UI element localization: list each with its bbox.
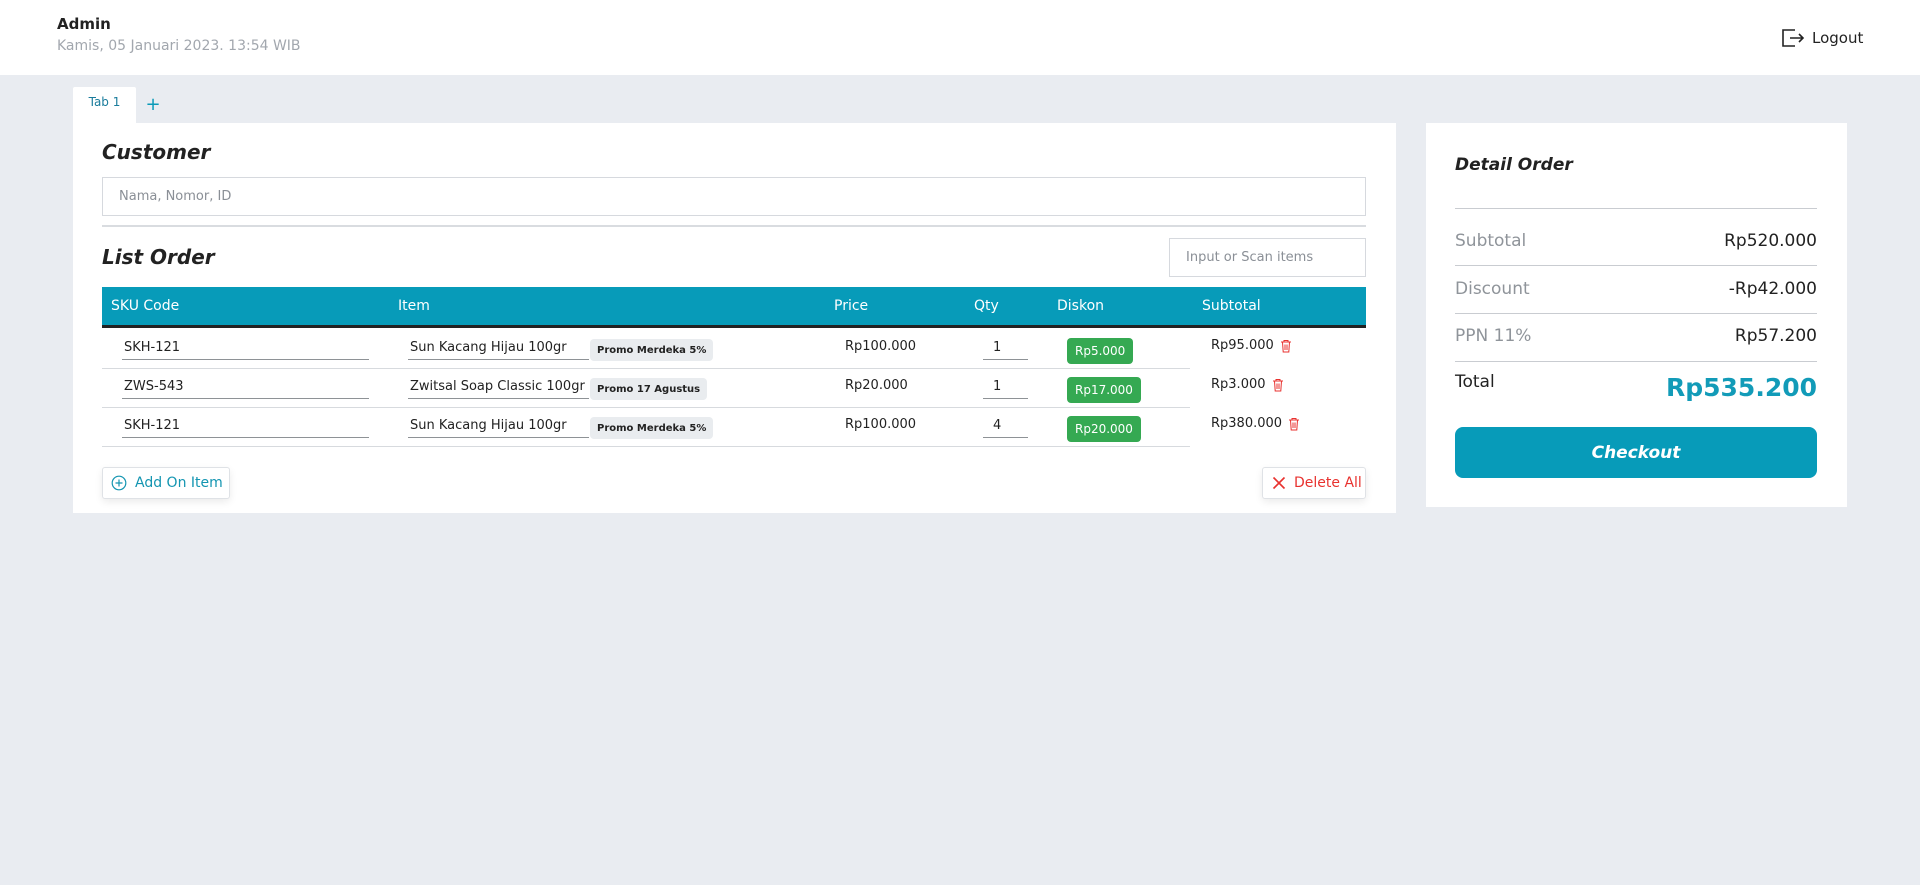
item-input[interactable] xyxy=(408,375,589,399)
plus-circle-icon xyxy=(111,475,127,491)
delete-all-label: Delete All xyxy=(1294,475,1362,491)
discount-badge: Rp20.000 xyxy=(1067,416,1141,442)
subtotal-value: Rp95.000 xyxy=(1211,338,1274,353)
subtotal-cell: Rp380.000 xyxy=(1211,416,1300,431)
ppn-value: Rp57.200 xyxy=(1734,326,1817,346)
subtotal-total-value: Rp520.000 xyxy=(1724,231,1817,251)
promo-badge: Promo 17 Agustus xyxy=(590,378,708,400)
item-input[interactable] xyxy=(408,336,589,360)
add-tab-button[interactable]: + xyxy=(143,92,163,116)
detail-order-panel: Detail Order Subtotal Rp520.000 Discount… xyxy=(1426,123,1847,507)
qty-input[interactable] xyxy=(983,336,1028,360)
sku-input[interactable] xyxy=(122,336,369,360)
trash-icon[interactable] xyxy=(1280,339,1292,353)
top-bar: Admin Kamis, 05 Januari 2023. 13:54 WIB … xyxy=(0,0,1920,75)
detail-divider xyxy=(1455,313,1817,314)
column-header-sku: SKU Code xyxy=(111,298,180,314)
checkout-button[interactable]: Checkout xyxy=(1455,427,1817,478)
qty-input[interactable] xyxy=(983,414,1028,438)
column-header-diskon: Diskon xyxy=(1057,298,1105,314)
column-header-qty: Qty xyxy=(974,298,999,314)
price-value: Rp100.000 xyxy=(845,417,917,432)
item-input[interactable] xyxy=(408,414,589,438)
promo-badge: Promo Merdeka 5% xyxy=(590,339,714,361)
qty-input[interactable] xyxy=(983,375,1028,399)
detail-order-title: Detail Order xyxy=(1455,155,1573,175)
subtotal-cell: Rp3.000 xyxy=(1211,377,1284,392)
row-divider xyxy=(102,446,1190,447)
table-row: Promo Merdeka 5% Rp100.000 Rp20.000 Rp38… xyxy=(102,408,1366,447)
customer-title: Customer xyxy=(102,140,211,164)
column-header-price: Price xyxy=(834,298,869,314)
discount-total-value: -Rp42.000 xyxy=(1728,279,1817,299)
user-name: Admin xyxy=(57,15,111,33)
price-value: Rp100.000 xyxy=(845,339,917,354)
list-order-title: List Order xyxy=(102,245,215,269)
logout-icon xyxy=(1782,29,1805,47)
subtotal-label: Subtotal xyxy=(1455,231,1527,251)
discount-badge: Rp17.000 xyxy=(1067,377,1141,403)
promo-badge: Promo Merdeka 5% xyxy=(590,417,714,439)
subtotal-value: Rp3.000 xyxy=(1211,377,1266,392)
customer-search-input[interactable] xyxy=(102,177,1366,216)
scan-items-input[interactable] xyxy=(1169,238,1366,277)
sku-input[interactable] xyxy=(122,375,369,399)
detail-divider xyxy=(1455,208,1817,209)
discount-badge: Rp5.000 xyxy=(1067,338,1134,364)
column-header-subtotal: Subtotal xyxy=(1202,298,1261,314)
tab-1[interactable]: Tab 1 xyxy=(73,87,136,123)
trash-icon[interactable] xyxy=(1288,417,1300,431)
current-datetime: Kamis, 05 Januari 2023. 13:54 WIB xyxy=(57,38,301,54)
table-row: Promo Merdeka 5% Rp100.000 Rp5.000 Rp95.… xyxy=(102,330,1366,369)
add-on-item-button[interactable]: Add On Item xyxy=(102,467,230,499)
discount-label: Discount xyxy=(1455,279,1530,299)
logout-label: Logout xyxy=(1812,29,1864,47)
logout-button[interactable]: Logout xyxy=(1780,26,1863,50)
subtotal-value: Rp380.000 xyxy=(1211,416,1283,431)
detail-divider xyxy=(1455,265,1817,266)
order-panel: Customer List Order SKU Code Item Price … xyxy=(73,123,1396,513)
column-header-item: Item xyxy=(398,298,430,314)
price-value: Rp20.000 xyxy=(845,378,908,393)
grand-total-value: Rp535.200 xyxy=(1665,373,1817,402)
ppn-label: PPN 11% xyxy=(1455,326,1532,346)
order-table-header: SKU Code Item Price Qty Diskon Subtotal xyxy=(102,287,1366,328)
subtotal-cell: Rp95.000 xyxy=(1211,338,1292,353)
trash-icon[interactable] xyxy=(1272,378,1284,392)
section-divider xyxy=(102,225,1366,227)
total-label: Total xyxy=(1455,372,1495,392)
sku-input[interactable] xyxy=(122,414,369,438)
delete-all-button[interactable]: Delete All xyxy=(1262,467,1366,499)
table-row: Promo 17 Agustus Rp20.000 Rp17.000 Rp3.0… xyxy=(102,369,1366,408)
close-icon xyxy=(1272,476,1286,490)
detail-divider xyxy=(1455,361,1817,362)
add-on-item-label: Add On Item xyxy=(135,475,223,491)
